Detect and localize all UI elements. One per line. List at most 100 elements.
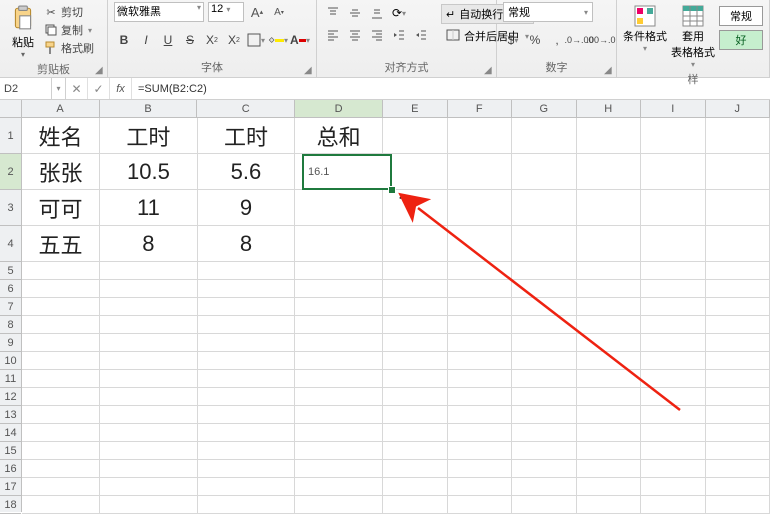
align-top-button[interactable] [323,4,343,22]
cell[interactable] [512,118,576,154]
cell[interactable] [448,190,512,226]
cell[interactable] [706,370,770,388]
cell[interactable] [641,118,705,154]
cell[interactable] [295,190,383,226]
cell[interactable] [706,406,770,424]
cell[interactable] [512,352,576,370]
orientation-button[interactable]: ⟳▾ [389,4,409,22]
row-header-3[interactable]: 3 [0,190,21,226]
cell[interactable] [295,478,383,496]
cell[interactable] [641,442,705,460]
insert-function-button[interactable]: fx [110,78,132,99]
cell[interactable] [198,334,296,352]
cell[interactable] [295,442,383,460]
dialog-launcher-icon[interactable]: ◢ [304,65,314,75]
align-middle-button[interactable] [345,4,365,22]
cell[interactable] [706,154,770,190]
cell[interactable] [383,226,447,262]
row-header-9[interactable]: 9 [0,334,21,352]
cancel-formula-button[interactable]: ✕ [66,78,88,99]
cell[interactable] [295,352,383,370]
cell[interactable]: 五五 [22,226,100,262]
cell[interactable] [383,154,447,190]
row-header-18[interactable]: 18 [0,496,21,514]
cell[interactable] [198,352,296,370]
cell[interactable] [512,316,576,334]
cell[interactable] [22,460,100,478]
cell[interactable] [577,280,641,298]
cell[interactable] [448,298,512,316]
cell[interactable] [512,334,576,352]
cell[interactable] [383,316,447,334]
cell[interactable] [577,334,641,352]
cell[interactable] [706,262,770,280]
enter-formula-button[interactable]: ✓ [88,78,110,99]
column-header-H[interactable]: H [577,100,642,117]
cell[interactable] [448,496,512,514]
row-header-2[interactable]: 2 [0,154,21,190]
cell[interactable] [577,388,641,406]
cell[interactable]: 11 [100,190,198,226]
cell[interactable] [22,370,100,388]
align-bottom-button[interactable] [367,4,387,22]
column-header-D[interactable]: D [295,100,383,117]
cell[interactable] [641,406,705,424]
cell[interactable] [22,388,100,406]
dialog-launcher-icon[interactable]: ◢ [604,65,614,75]
cell[interactable] [448,334,512,352]
cell[interactable] [641,154,705,190]
column-header-B[interactable]: B [100,100,198,117]
cell[interactable] [512,496,576,514]
cell[interactable] [577,298,641,316]
cell-style-normal[interactable]: 常规 [719,6,763,26]
cells-area[interactable]: 姓名工时工时总和张张10.55.6可可119五五88 [22,118,770,512]
cell[interactable] [383,370,447,388]
cell[interactable] [22,478,100,496]
cell[interactable] [706,352,770,370]
cell[interactable] [198,370,296,388]
align-center-button[interactable] [345,26,365,44]
paste-button[interactable]: 粘贴 ▾ [6,2,40,59]
cell[interactable] [22,424,100,442]
cell[interactable] [295,334,383,352]
accounting-format-button[interactable]: $▾ [503,30,523,50]
name-box[interactable]: D2 [0,78,52,99]
cell[interactable] [448,226,512,262]
cell[interactable] [22,298,100,316]
cell[interactable] [198,280,296,298]
cell[interactable] [295,298,383,316]
cell[interactable] [706,334,770,352]
cell[interactable] [295,262,383,280]
cell[interactable] [100,298,198,316]
row-header-4[interactable]: 4 [0,226,21,262]
cell[interactable] [706,280,770,298]
cell[interactable] [198,406,296,424]
column-header-I[interactable]: I [641,100,706,117]
cell[interactable] [512,226,576,262]
row-header-10[interactable]: 10 [0,352,21,370]
cell[interactable] [641,424,705,442]
decrease-indent-button[interactable] [389,26,409,44]
cell[interactable] [641,460,705,478]
cell[interactable] [22,262,100,280]
cell[interactable] [577,424,641,442]
cell[interactable] [641,190,705,226]
row-header-13[interactable]: 13 [0,406,21,424]
cell[interactable] [512,370,576,388]
cell[interactable] [448,478,512,496]
cell[interactable] [512,460,576,478]
row-header-6[interactable]: 6 [0,280,21,298]
cell[interactable] [100,460,198,478]
cell[interactable] [577,316,641,334]
cell[interactable] [512,298,576,316]
cell[interactable] [512,478,576,496]
cell[interactable] [383,496,447,514]
fill-handle[interactable] [388,186,396,194]
row-header-1[interactable]: 1 [0,118,21,154]
cell[interactable] [577,262,641,280]
conditional-format-button[interactable]: 条件格式 ▾ [623,2,667,53]
cell[interactable] [577,406,641,424]
row-header-16[interactable]: 16 [0,460,21,478]
underline-button[interactable]: U [158,30,178,50]
cell[interactable] [512,190,576,226]
